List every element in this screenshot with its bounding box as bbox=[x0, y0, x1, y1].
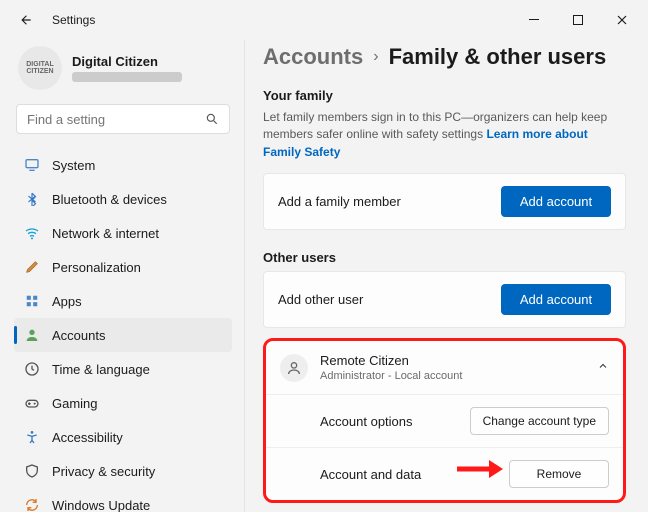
remove-button[interactable]: Remove bbox=[509, 460, 609, 488]
maximize-icon bbox=[573, 15, 583, 25]
minimize-icon bbox=[529, 15, 539, 25]
nav-label: Apps bbox=[52, 294, 82, 309]
titlebar: Settings bbox=[0, 0, 648, 40]
minimize-button[interactable] bbox=[512, 5, 556, 35]
nav-item-privacy[interactable]: Privacy & security bbox=[14, 454, 232, 488]
add-other-card: Add other user Add account bbox=[263, 271, 626, 328]
nav-label: Network & internet bbox=[52, 226, 159, 241]
nav-item-bluetooth[interactable]: Bluetooth & devices bbox=[14, 182, 232, 216]
gaming-icon bbox=[24, 395, 40, 411]
nav-item-apps[interactable]: Apps bbox=[14, 284, 232, 318]
nav-label: System bbox=[52, 158, 95, 173]
profile-name: Digital Citizen bbox=[72, 54, 182, 69]
add-family-button[interactable]: Add account bbox=[501, 186, 611, 217]
breadcrumb: Accounts › Family & other users bbox=[263, 44, 626, 70]
shield-icon bbox=[24, 463, 40, 479]
nav-list: System Bluetooth & devices Network & int… bbox=[14, 148, 232, 512]
account-data-row: Account and data Remove bbox=[266, 447, 623, 500]
close-button[interactable] bbox=[600, 5, 644, 35]
nav-item-accounts[interactable]: Accounts bbox=[14, 318, 232, 352]
account-options-row: Account options Change account type bbox=[266, 394, 623, 447]
maximize-button[interactable] bbox=[556, 5, 600, 35]
person-icon bbox=[24, 327, 40, 343]
search-icon bbox=[205, 112, 219, 126]
nav-item-gaming[interactable]: Gaming bbox=[14, 386, 232, 420]
search-input[interactable] bbox=[27, 112, 205, 127]
add-other-button[interactable]: Add account bbox=[501, 284, 611, 315]
update-icon bbox=[24, 497, 40, 512]
nav-item-system[interactable]: System bbox=[14, 148, 232, 182]
family-section-title: Your family bbox=[263, 88, 626, 103]
brush-icon bbox=[24, 259, 40, 275]
family-card: Add a family member Add account bbox=[263, 173, 626, 230]
change-account-type-button[interactable]: Change account type bbox=[470, 407, 609, 435]
nav-label: Accessibility bbox=[52, 430, 123, 445]
profile-email-redacted bbox=[72, 72, 182, 82]
other-user-role: Administrator - Local account bbox=[320, 370, 462, 382]
nav-label: Time & language bbox=[52, 362, 150, 377]
account-data-label: Account and data bbox=[320, 467, 421, 482]
add-other-row: Add other user Add account bbox=[264, 272, 625, 327]
apps-icon bbox=[24, 293, 40, 309]
other-user-name: Remote Citizen bbox=[320, 353, 462, 368]
avatar: DIGITAL CITIZEN bbox=[18, 46, 62, 90]
profile-block[interactable]: DIGITAL CITIZEN Digital Citizen bbox=[14, 40, 232, 104]
chevron-up-icon bbox=[597, 360, 609, 375]
nav-item-network[interactable]: Network & internet bbox=[14, 216, 232, 250]
nav-label: Privacy & security bbox=[52, 464, 155, 479]
nav-label: Personalization bbox=[52, 260, 141, 275]
accessibility-icon bbox=[24, 429, 40, 445]
arrow-annotation bbox=[455, 458, 505, 480]
other-user-card: Remote Citizen Administrator - Local acc… bbox=[263, 338, 626, 503]
nav-label: Accounts bbox=[52, 328, 105, 343]
add-family-label: Add a family member bbox=[278, 194, 401, 209]
nav-item-accessibility[interactable]: Accessibility bbox=[14, 420, 232, 454]
system-icon bbox=[24, 157, 40, 173]
nav-item-update[interactable]: Windows Update bbox=[14, 488, 232, 512]
nav-item-time[interactable]: Time & language bbox=[14, 352, 232, 386]
close-icon bbox=[617, 15, 627, 25]
nav-label: Gaming bbox=[52, 396, 98, 411]
sidebar: DIGITAL CITIZEN Digital Citizen System B… bbox=[0, 40, 240, 512]
main-content: Accounts › Family & other users Your fam… bbox=[244, 40, 648, 512]
nav-label: Bluetooth & devices bbox=[52, 192, 167, 207]
other-users-title: Other users bbox=[263, 250, 626, 265]
person-icon bbox=[280, 354, 308, 382]
window-title: Settings bbox=[52, 13, 95, 27]
page-title: Family & other users bbox=[389, 44, 607, 70]
back-button[interactable] bbox=[14, 8, 38, 32]
bluetooth-icon bbox=[24, 191, 40, 207]
chevron-right-icon: › bbox=[373, 48, 378, 66]
clock-icon bbox=[24, 361, 40, 377]
wifi-icon bbox=[24, 225, 40, 241]
add-family-row: Add a family member Add account bbox=[264, 174, 625, 229]
family-section-desc: Let family members sign in to this PC—or… bbox=[263, 109, 626, 161]
search-box[interactable] bbox=[16, 104, 230, 134]
account-options-label: Account options bbox=[320, 414, 413, 429]
nav-label: Windows Update bbox=[52, 498, 150, 512]
arrow-left-icon bbox=[19, 13, 33, 27]
window-controls bbox=[512, 5, 644, 35]
add-other-label: Add other user bbox=[278, 292, 363, 307]
nav-item-personalization[interactable]: Personalization bbox=[14, 250, 232, 284]
other-user-header[interactable]: Remote Citizen Administrator - Local acc… bbox=[266, 341, 623, 394]
breadcrumb-parent[interactable]: Accounts bbox=[263, 44, 363, 70]
